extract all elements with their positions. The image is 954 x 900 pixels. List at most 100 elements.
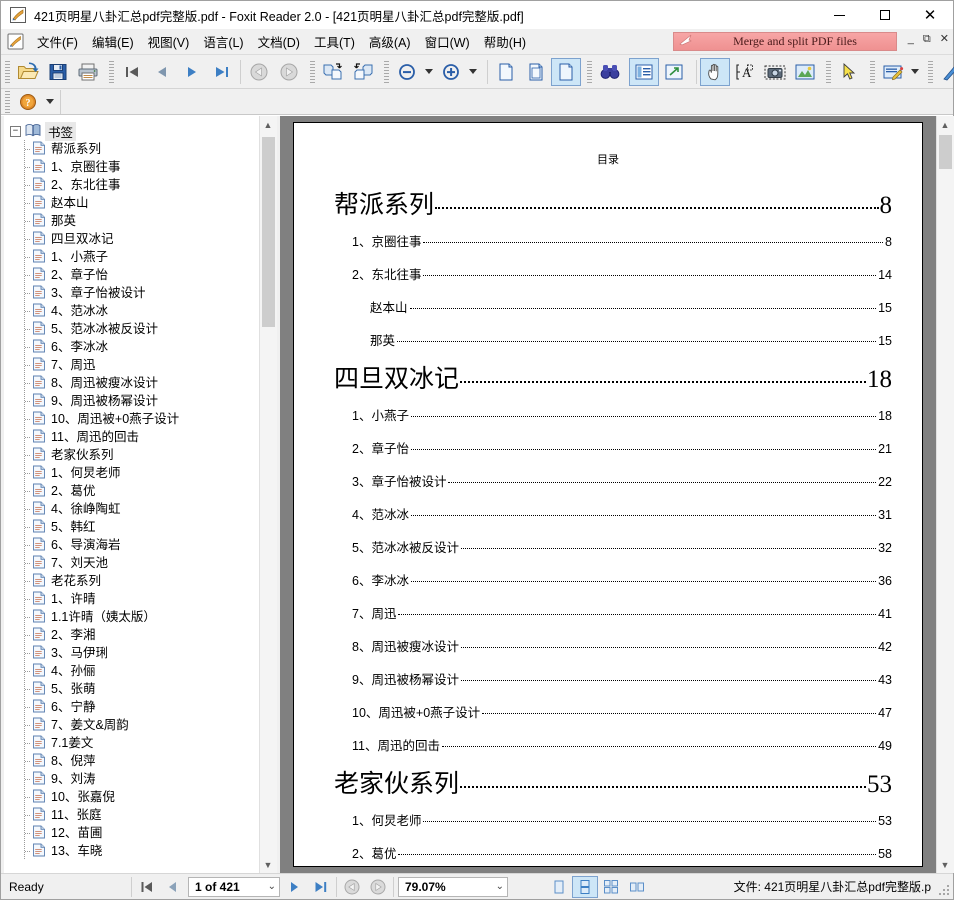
- open-panel-button[interactable]: [659, 58, 689, 86]
- status-first-page-button[interactable]: [134, 876, 160, 898]
- mdi-minimize-button[interactable]: _: [908, 34, 914, 45]
- typewriter-button[interactable]: [878, 58, 908, 86]
- zoom-out-button[interactable]: [392, 58, 422, 86]
- menu-item-window[interactable]: 窗口(W): [418, 30, 477, 53]
- bookmark-item[interactable]: 7、姜文&周韵: [4, 716, 259, 734]
- bookmark-item[interactable]: 四旦双冰记: [4, 230, 259, 248]
- help-button[interactable]: ?: [13, 88, 43, 116]
- merge-split-pdf-button[interactable]: Merge and split PDF files: [673, 32, 897, 51]
- bookmark-item[interactable]: 1.1许晴（姨太版）: [4, 608, 259, 626]
- bookmark-item[interactable]: 2、章子怡: [4, 266, 259, 284]
- toolbar-gripper[interactable]: [587, 61, 592, 83]
- bookmark-item[interactable]: 13、车晓: [4, 842, 259, 860]
- toc-entry[interactable]: 8、周迅被瘦冰设计42: [324, 632, 892, 659]
- bookmark-item[interactable]: 10、张嘉倪: [4, 788, 259, 806]
- scroll-up-icon[interactable]: ▲: [260, 116, 277, 133]
- scroll-thumb[interactable]: [939, 135, 952, 169]
- menu-item-file[interactable]: 文件(F): [30, 30, 85, 53]
- zoom-out-dropdown[interactable]: [422, 58, 436, 86]
- next-page-button[interactable]: [177, 58, 207, 86]
- bookmark-item[interactable]: 8、倪萍: [4, 752, 259, 770]
- close-button[interactable]: ✕: [907, 1, 953, 29]
- bookmark-item[interactable]: 2、李湘: [4, 626, 259, 644]
- bookmark-item[interactable]: 12、苗圃: [4, 824, 259, 842]
- toolbar-gripper[interactable]: [384, 61, 389, 83]
- minimize-button[interactable]: [817, 1, 862, 29]
- previous-view-button[interactable]: [244, 58, 274, 86]
- bookmark-item[interactable]: 2、葛优: [4, 482, 259, 500]
- fit-width-button[interactable]: [551, 58, 581, 86]
- bookmark-item[interactable]: 6、李冰冰: [4, 338, 259, 356]
- continuous-layout-button[interactable]: [572, 876, 598, 898]
- bookmark-item[interactable]: 4、徐峥陶虹: [4, 500, 259, 518]
- bookmark-item[interactable]: 帮派系列: [4, 140, 259, 158]
- resize-grip[interactable]: [938, 884, 950, 896]
- help-dropdown[interactable]: [43, 88, 57, 116]
- print-button[interactable]: [73, 58, 103, 86]
- mdi-restore-button[interactable]: ⧉: [923, 34, 931, 45]
- bookmark-item[interactable]: 1、何炅老师: [4, 464, 259, 482]
- bookmark-item[interactable]: 1、许晴: [4, 590, 259, 608]
- bookmark-item[interactable]: 9、刘涛: [4, 770, 259, 788]
- link-tool-button[interactable]: [936, 58, 954, 86]
- toc-entry[interactable]: 1、小燕子18: [324, 401, 892, 428]
- toolbar-gripper[interactable]: [870, 61, 875, 83]
- continuous-facing-layout-button[interactable]: [624, 876, 650, 898]
- toc-entry[interactable]: 2、章子怡21: [324, 434, 892, 461]
- menu-item-document[interactable]: 文档(D): [251, 30, 307, 53]
- single-page-layout-button[interactable]: [546, 876, 572, 898]
- menu-item-help[interactable]: 帮助(H): [477, 30, 533, 53]
- toc-entry[interactable]: 赵本山15: [324, 293, 892, 320]
- bookmark-item[interactable]: 11、周迅的回击: [4, 428, 259, 446]
- bookmark-item[interactable]: 7、刘天池: [4, 554, 259, 572]
- image-tool-button[interactable]: [790, 58, 820, 86]
- page-canvas[interactable]: 目录 帮派系列81、京圈往事82、东北往事14赵本山15那英15四旦双冰记181…: [280, 116, 936, 873]
- selection-pointer-button[interactable]: [834, 58, 864, 86]
- toolbar-gripper[interactable]: [826, 61, 831, 83]
- page-number-field[interactable]: 1 of 421 ⌄: [188, 877, 280, 897]
- bookmark-item[interactable]: 5、张萌: [4, 680, 259, 698]
- chevron-down-icon[interactable]: ⌄: [496, 882, 504, 892]
- fit-page-button[interactable]: [521, 58, 551, 86]
- next-view-button[interactable]: [274, 58, 304, 86]
- bookmark-item[interactable]: 老家伙系列: [4, 446, 259, 464]
- toolbar-gripper[interactable]: [5, 61, 10, 83]
- toc-entry[interactable]: 2、葛优58: [324, 839, 892, 866]
- toolbar-gripper[interactable]: [109, 61, 114, 83]
- bookmark-item[interactable]: 7、周迅: [4, 356, 259, 374]
- status-next-view-button[interactable]: [365, 876, 391, 898]
- scroll-up-icon[interactable]: ▲: [937, 116, 954, 133]
- bookmark-item[interactable]: 8、周迅被瘦冰设计: [4, 374, 259, 392]
- bookmark-item[interactable]: 老花系列: [4, 572, 259, 590]
- chevron-down-icon[interactable]: ⌄: [268, 882, 276, 892]
- scroll-thumb[interactable]: [262, 137, 275, 327]
- rotate-clockwise-button[interactable]: [318, 58, 348, 86]
- toc-entry[interactable]: 7、周迅41: [324, 599, 892, 626]
- scroll-down-icon[interactable]: ▼: [260, 856, 277, 873]
- snapshot-button[interactable]: [760, 58, 790, 86]
- previous-page-button[interactable]: [147, 58, 177, 86]
- bookmark-item[interactable]: 11、张庭: [4, 806, 259, 824]
- bookmark-item[interactable]: 3、马伊琍: [4, 644, 259, 662]
- status-next-page-button[interactable]: [282, 876, 308, 898]
- collapse-icon[interactable]: −: [10, 126, 21, 137]
- menu-item-edit[interactable]: 编辑(E): [85, 30, 141, 53]
- menu-item-view[interactable]: 视图(V): [141, 30, 197, 53]
- scroll-track[interactable]: [260, 133, 277, 856]
- scroll-down-icon[interactable]: ▼: [937, 856, 954, 873]
- bookmark-item[interactable]: 5、范冰冰被反设计: [4, 320, 259, 338]
- status-previous-view-button[interactable]: [339, 876, 365, 898]
- save-button[interactable]: [43, 58, 73, 86]
- bookmarks-panel-button[interactable]: [629, 58, 659, 86]
- toc-entry[interactable]: 3、章子怡被设计22: [324, 467, 892, 494]
- bookmark-item[interactable]: 4、孙俪: [4, 662, 259, 680]
- toc-entry[interactable]: 那英15: [324, 326, 892, 353]
- bookmark-root[interactable]: − 书签: [4, 122, 259, 140]
- bookmark-item[interactable]: 那英: [4, 212, 259, 230]
- toc-entry[interactable]: 4、范冰冰31: [324, 500, 892, 527]
- bookmark-item[interactable]: 9、周迅被杨幂设计: [4, 392, 259, 410]
- bookmark-item[interactable]: 3、章子怡被设计: [4, 284, 259, 302]
- toc-section-heading[interactable]: 帮派系列8: [334, 185, 892, 221]
- select-text-button[interactable]: A: [730, 58, 760, 86]
- find-button[interactable]: [595, 58, 625, 86]
